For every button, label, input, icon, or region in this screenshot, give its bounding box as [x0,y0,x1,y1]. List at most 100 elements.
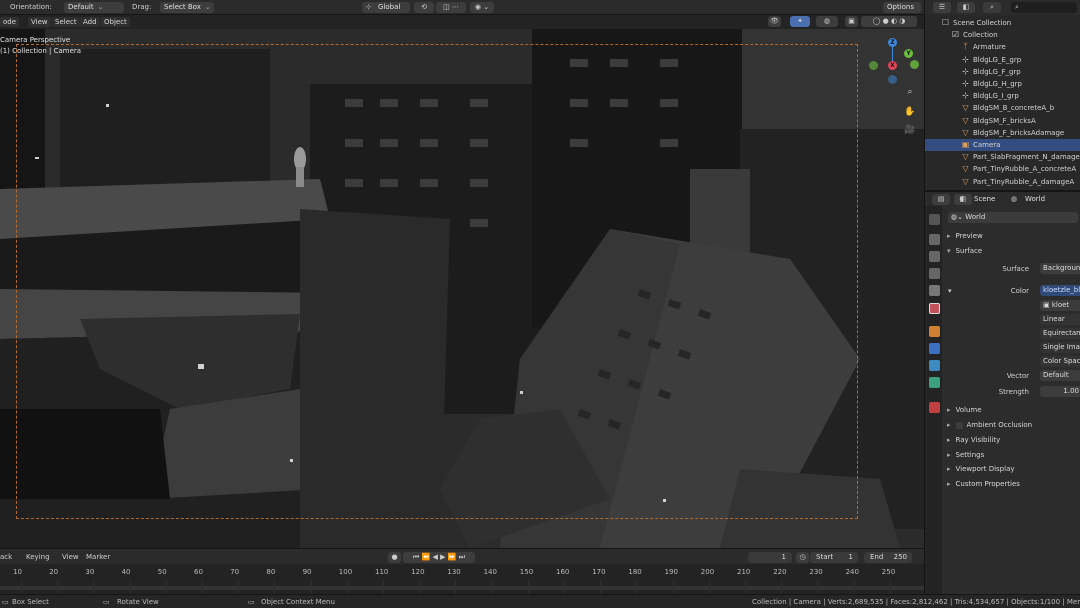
outliner-item[interactable]: ☐ Scene Collection [925,17,1080,29]
custom-properties-section[interactable]: ▸ Custom Properties [947,480,1020,488]
color-space-dropdown[interactable]: Color Spac [1040,356,1080,367]
object-tab-icon[interactable] [929,326,940,337]
menu-playback[interactable]: ack [0,553,12,561]
preview-section[interactable]: ▸ Preview [947,232,983,240]
scene-breadcrumb[interactable]: Scene [974,195,995,203]
expand-arrow-icon[interactable]: ▾ [948,287,952,295]
outliner-item[interactable]: ▽ Part_SlabFragment_N_damageA [925,151,1080,163]
properties-editor-icon[interactable]: ▤ [932,194,950,205]
record-icon[interactable]: ● [388,552,401,563]
clock-icon[interactable]: ◷ [796,552,809,563]
modifiers-tab-icon[interactable] [929,343,940,354]
outliner-item[interactable]: ▽ BldgSM_F_bricksA [925,115,1080,127]
transform-orientation-dropdown[interactable]: Global [374,2,410,13]
axis-x-icon[interactable]: X [888,61,897,70]
outliner-item-label: Scene Collection [953,19,1012,27]
ambient-occlusion-section[interactable]: ▸ Ambient Occlusion [947,421,1032,429]
orientation-dropdown[interactable]: Default ⌄ [64,2,124,13]
menu-add[interactable]: Add [80,17,100,27]
xray-icon[interactable]: ▣ [845,16,858,27]
menu-marker[interactable]: Marker [86,553,110,561]
source-dropdown[interactable]: Single Imag [1040,342,1080,353]
display-mode-icon[interactable]: ◧ [957,2,975,13]
outliner-item[interactable]: ⊹ BldgLG_E_grp [925,54,1080,66]
texture-tab-icon[interactable] [929,402,940,413]
filter-icon[interactable]: ⌕ [983,2,1001,13]
world-tab-icon[interactable] [929,303,940,314]
shading-mode-icons[interactable]: ◯ ● ◐ ◑ [861,16,917,27]
axis-neg-z-icon[interactable] [888,75,897,84]
overlay-toggle-icon[interactable]: ◍ [816,16,838,27]
menu-object[interactable]: Object [101,17,130,27]
projection-dropdown[interactable]: Equirectang [1040,328,1080,339]
color-texture-field[interactable]: kloetzle_ble [1040,285,1080,296]
world-breadcrumb[interactable]: World [1025,195,1045,203]
visibility-icon[interactable]: 👁 [768,16,781,27]
editor-type-icon[interactable]: ☰ [933,2,951,13]
outliner-item[interactable]: ⊹ BldgLG_F_grp [925,66,1080,78]
color-label: Color [1010,287,1029,295]
volume-section[interactable]: ▸ Volume [947,406,982,414]
drag-dropdown[interactable]: Select Box ⌄ [160,2,214,13]
physics-tab-icon[interactable] [929,360,940,371]
mesh-icon: ▽ [962,115,969,125]
viewport-display-section[interactable]: ▸ Viewport Display [947,465,1015,473]
timeline-ruler[interactable]: 10 20 30 40 50 60 70 80 90 100 110 120 130 140 150 160 1… [0,564,924,594]
timeline-gridline [889,580,891,594]
camera-view-icon[interactable]: 🎥 [903,125,917,139]
menu-select[interactable]: Select [52,17,80,27]
outliner-panel: ☐ Scene Collection ☑ Collection ᛉ Armature ⊹ Bl… [924,15,1080,190]
outliner-search-input[interactable]: ⌕ [1011,2,1077,13]
strength-field[interactable]: 1.00 [1040,386,1080,397]
axis-y-secondary-icon[interactable] [910,60,919,69]
outliner-item[interactable]: ▣ Camera [925,139,1080,151]
zoom-icon[interactable]: ⌕ [903,87,917,101]
current-frame-field[interactable]: 1 [748,552,792,563]
output-tab-icon[interactable] [929,251,940,262]
settings-section[interactable]: ▸ Settings [947,451,984,459]
start-frame-field[interactable]: Start 1 [810,552,858,563]
end-frame-field[interactable]: End 250 [864,552,912,563]
axis-z-icon[interactable]: Z [888,38,897,47]
surface-value-field[interactable]: Background [1040,263,1080,274]
render-tab-icon[interactable] [929,234,940,245]
ray-visibility-section[interactable]: ▸ Ray Visibility [947,436,1000,444]
axis-y-icon[interactable]: Y [904,49,913,58]
ambient-occlusion-checkbox[interactable] [955,421,963,429]
outliner-item[interactable]: ▽ Part_TinyRubble_A_damageA [925,176,1080,188]
options-dropdown[interactable]: Options [883,2,921,13]
timeline-tick-label: 220 [773,568,787,576]
timeline-tick-label: 90 [302,568,312,576]
timeline-gridline [93,580,95,594]
axis-neg-y-icon[interactable] [869,61,878,70]
tool-tab-icon[interactable] [929,214,940,225]
pivot-point-icon[interactable]: ⟲ [414,2,434,13]
mode-dropdown[interactable]: ode [0,17,20,27]
outliner-item[interactable]: ▽ BldgSM_B_concreteA_b [925,102,1080,114]
interpolation-dropdown[interactable]: Linear [1040,314,1080,325]
menu-view[interactable]: View [28,17,51,27]
outliner-item[interactable]: ⊹ BldgLG_H_grp [925,78,1080,90]
outliner-item[interactable]: ⊹ BldgLG_I_grp [925,90,1080,102]
outliner-item[interactable]: ▽ Part_TinyRubble_A_concreteA [925,163,1080,175]
view-layer-tab-icon[interactable] [929,268,940,279]
pan-hand-icon[interactable]: ✋ [903,107,917,121]
gizmo-toggle-icon[interactable]: ✦ [790,16,810,27]
constraints-tab-icon[interactable] [929,377,940,388]
image-selector[interactable]: ▣ kloet [1040,300,1080,311]
menu-keying[interactable]: Keying [26,553,50,561]
outliner-item[interactable]: ᛉ Armature [925,41,1080,53]
menu-view[interactable]: View [62,553,79,561]
strength-label: Strength [998,388,1029,396]
playback-controls[interactable]: ⏮ ⏪ ◀ ▶ ⏩ ⏭ [403,552,475,563]
3d-viewport[interactable]: Camera Perspective (1) Collection | Came… [0,29,924,548]
timeline-scrollbar[interactable] [0,586,924,590]
snap-icon[interactable]: ◫ ⋯ [436,2,466,13]
world-selector[interactable]: ◍⌄ World [948,212,1078,223]
surface-section[interactable]: ▾ Surface [947,247,982,255]
proportional-edit-icon[interactable]: ◉ ⌄ [470,2,494,13]
scene-tab-icon[interactable] [929,285,940,296]
vector-field[interactable]: Default [1040,370,1080,381]
outliner-item[interactable]: ▽ BldgSM_F_bricksAdamage [925,127,1080,139]
outliner-item[interactable]: ☑ Collection [925,29,1080,41]
